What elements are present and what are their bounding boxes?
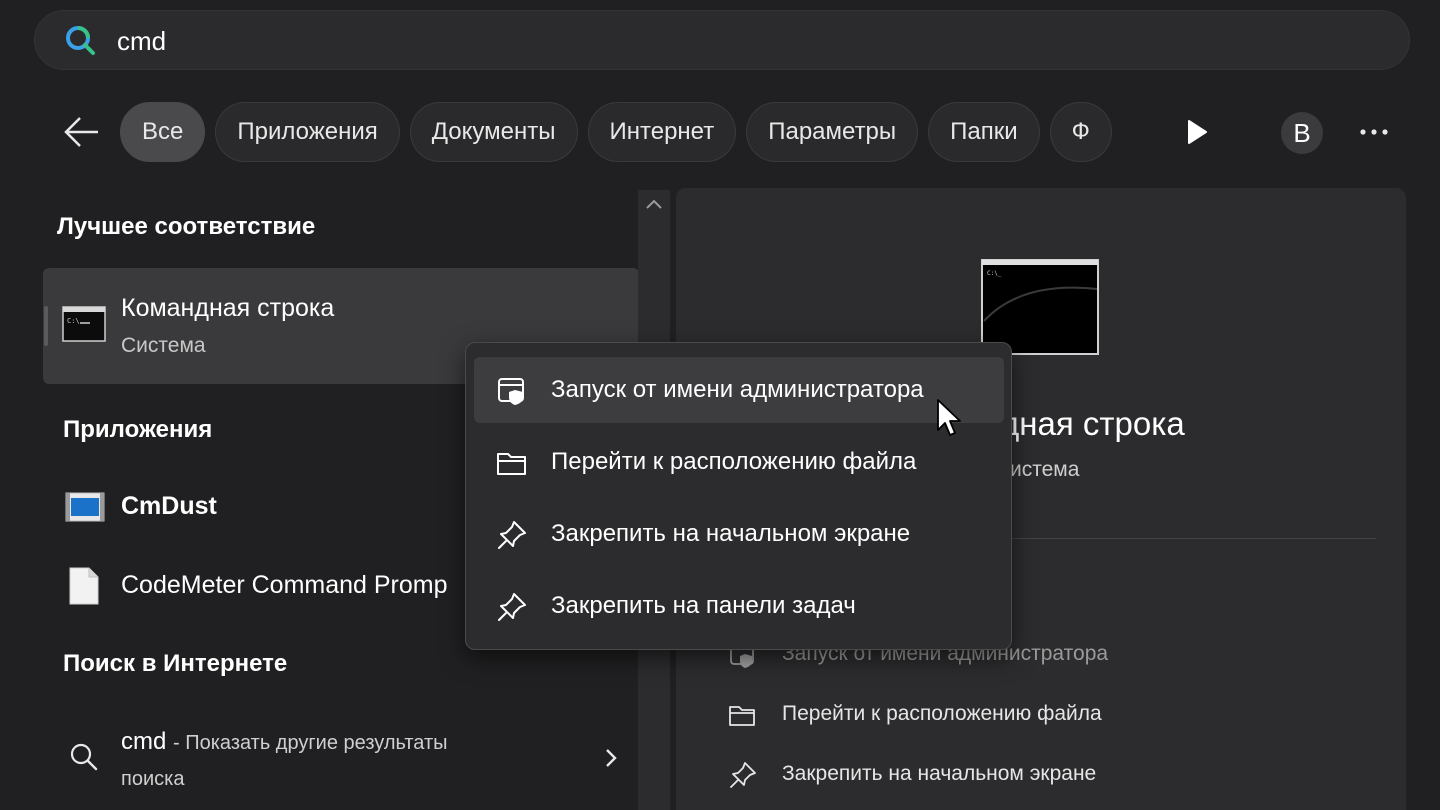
list-item-label: CmDust — [121, 492, 217, 520]
best-match-subtitle: Система — [121, 334, 206, 357]
web-search-query: cmd — [121, 728, 167, 755]
filter-chip[interactable]: Документы — [409, 102, 578, 162]
filter-chip[interactable]: Ф — [1049, 102, 1112, 162]
avatar[interactable]: B — [1281, 112, 1323, 154]
preview-title: дная строка — [1000, 405, 1185, 442]
search-bar[interactable] — [34, 10, 1410, 70]
chevron-right-icon[interactable] — [603, 746, 619, 770]
apps-heading: Приложения — [63, 416, 213, 443]
menu-item-label: Запуск от имени администратора — [551, 376, 924, 403]
search-input[interactable] — [117, 25, 1317, 57]
command-prompt-large-icon: C:\_ — [981, 259, 1099, 355]
preview-action-pin-start[interactable]: Закрепить на начальном экране — [720, 750, 1380, 800]
pin-icon — [498, 593, 526, 621]
selection-accent — [44, 306, 48, 346]
best-match-title: Командная строка — [121, 294, 335, 322]
filter-chip[interactable]: Папки — [928, 102, 1040, 162]
filter-strip: Все Приложения Документы Интернет Параметры П… — [120, 102, 1150, 162]
web-search-heading: Поиск в Интернете — [63, 650, 288, 677]
menu-item-pin-start[interactable]: Закрепить на начальном экране — [474, 501, 1004, 567]
scroll-up-icon[interactable] — [640, 190, 668, 218]
back-arrow-icon[interactable] — [62, 112, 102, 152]
preview-subtitle: истема — [1010, 458, 1080, 481]
web-search-suffix: - Показать другие результаты — [173, 732, 448, 754]
command-prompt-icon: C:\ — [62, 306, 106, 342]
preview-action-label: Перейти к расположению файла — [782, 702, 1102, 725]
menu-item-label: Закрепить на начальном экране — [551, 520, 911, 547]
filter-chip[interactable]: Приложения — [215, 102, 400, 162]
preview-action-label: Закрепить на начальном экране — [782, 762, 1097, 785]
preview-action-open-location[interactable]: Перейти к расположению файла — [720, 690, 1380, 740]
filter-chip[interactable]: Все — [120, 102, 206, 162]
search-icon — [66, 26, 95, 55]
filter-chip[interactable]: Параметры — [746, 102, 919, 162]
list-item-label: CodeMeter Command Promp — [121, 571, 448, 599]
pin-icon — [730, 762, 756, 788]
pin-icon — [498, 521, 526, 549]
more-options-icon[interactable] — [1358, 120, 1390, 144]
svg-text:C:\: C:\ — [67, 317, 80, 325]
filter-chip[interactable]: Интернет — [587, 102, 737, 162]
menu-item-open-location[interactable]: Перейти к расположению файла — [474, 429, 1004, 495]
app-window-icon — [65, 492, 105, 522]
menu-item-run-as-admin[interactable]: Запуск от имени администратора — [474, 357, 1004, 423]
folder-icon — [729, 706, 755, 726]
scroll-right-icon[interactable] — [1184, 118, 1210, 146]
document-icon — [69, 567, 99, 605]
context-menu: Запуск от имени администратора Перейти к… — [465, 342, 1012, 650]
menu-item-pin-taskbar[interactable]: Закрепить на панели задач — [474, 573, 1004, 639]
web-search-suffix-line2: поиска — [121, 768, 185, 790]
svg-text:C:\_: C:\_ — [987, 270, 1002, 277]
web-search-item[interactable]: cmd - Показать другие результаты поиска — [43, 720, 639, 800]
search-icon — [70, 743, 98, 771]
shield-window-icon — [498, 378, 524, 405]
menu-item-label: Перейти к расположению файла — [551, 448, 917, 475]
folder-icon — [497, 453, 526, 475]
menu-item-label: Закрепить на панели задач — [551, 592, 856, 619]
best-match-heading: Лучшее соответствие — [57, 213, 316, 240]
